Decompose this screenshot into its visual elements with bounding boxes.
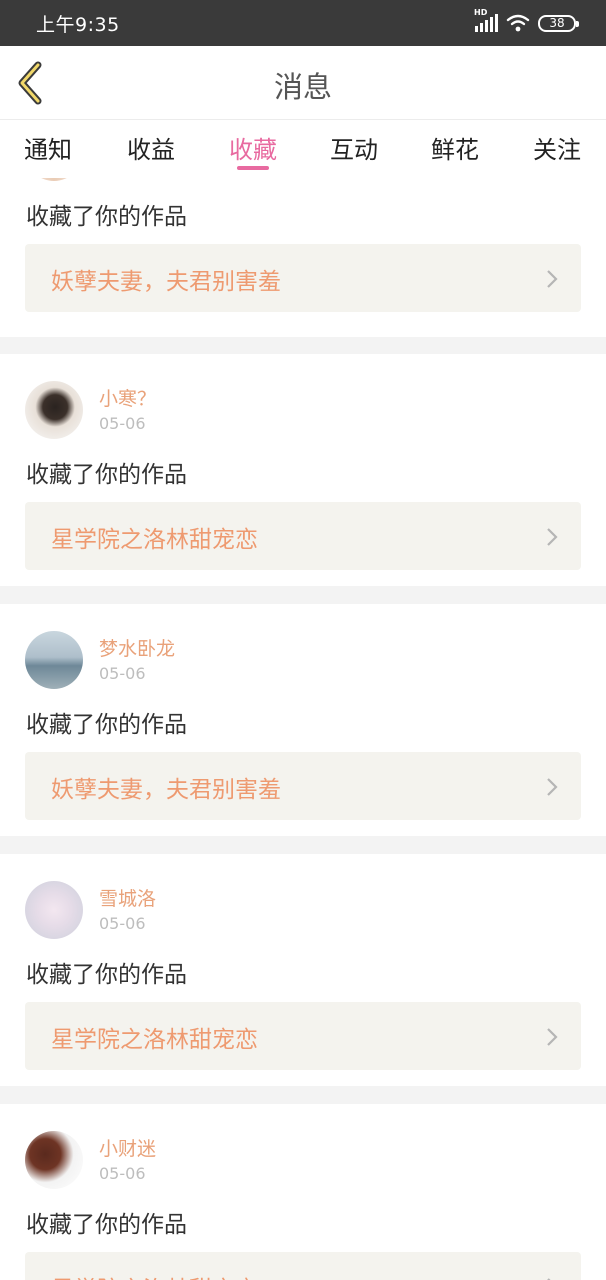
nav-bar: 消息: [0, 46, 606, 120]
status-time: 上午9:35: [36, 13, 120, 36]
chevron-right-icon: [547, 778, 558, 796]
avatar[interactable]: [25, 1131, 83, 1189]
work-link[interactable]: 星学院之洛林甜宠恋: [25, 1252, 581, 1280]
tab-bar: 通知 收益 收藏 互动 鲜花 关注: [0, 120, 606, 178]
work-link[interactable]: 星学院之洛林甜宠恋: [25, 502, 581, 570]
avatar[interactable]: [25, 178, 83, 181]
work-link[interactable]: 星学院之洛林甜宠恋: [25, 1002, 581, 1070]
tab-following[interactable]: 关注: [522, 130, 592, 165]
message-list[interactable]: 收藏了你的作品 妖孽夫妻，夫君别害羞 小寒？ 05-06 收藏了你的作品 星学院…: [0, 178, 606, 1280]
work-title: 星学院之洛林甜宠恋: [51, 1270, 258, 1280]
username[interactable]: 小财迷: [99, 1134, 156, 1161]
username[interactable]: 雪城洛: [99, 884, 156, 911]
action-text: 收藏了你的作品: [26, 962, 187, 988]
list-item: 梦水卧龙 05-06 收藏了你的作品 妖孽夫妻，夫君别害羞: [0, 604, 606, 836]
chevron-right-icon: [547, 1278, 551, 1280]
tab-notifications[interactable]: 通知: [13, 130, 83, 165]
message-date: 05-06: [99, 414, 146, 433]
username[interactable]: 小寒？: [99, 384, 156, 411]
work-link[interactable]: 妖孽夫妻，夫君别害羞: [25, 244, 581, 312]
list-item: 收藏了你的作品 妖孽夫妻，夫君别害羞: [0, 178, 606, 337]
active-tab-indicator: [237, 166, 269, 170]
battery-level: 38: [549, 16, 565, 30]
avatar[interactable]: [25, 881, 83, 939]
chevron-right-icon: [547, 270, 558, 288]
tab-interactions[interactable]: 互动: [319, 130, 389, 165]
message-date: 05-06: [99, 664, 146, 683]
action-text: 收藏了你的作品: [26, 462, 187, 488]
action-text: 收藏了你的作品: [26, 204, 187, 230]
list-item: 雪城洛 05-06 收藏了你的作品 星学院之洛林甜宠恋: [0, 854, 606, 1086]
action-text: 收藏了你的作品: [26, 712, 187, 738]
work-title: 妖孽夫妻，夫君别害羞: [51, 777, 281, 803]
signal-icon: HD: [474, 8, 498, 32]
work-title: 星学院之洛林甜宠恋: [51, 527, 258, 553]
status-bar: 上午9:35 HD 38: [0, 0, 606, 46]
list-item: 小财迷 05-06 收藏了你的作品 星学院之洛林甜宠恋: [0, 1104, 606, 1280]
username[interactable]: 梦水卧龙: [99, 634, 175, 661]
work-title: 星学院之洛林甜宠恋: [51, 1027, 258, 1053]
network-type: HD: [474, 8, 488, 17]
tab-favorites[interactable]: 收藏: [218, 130, 288, 165]
action-text: 收藏了你的作品: [26, 1212, 187, 1238]
tab-earnings[interactable]: 收益: [116, 130, 186, 165]
wifi-icon: [506, 14, 530, 32]
avatar[interactable]: [25, 631, 83, 689]
battery-icon: 38: [538, 14, 579, 32]
message-date: 05-06: [99, 914, 146, 933]
status-icons: HD 38: [474, 8, 579, 32]
message-date: 05-06: [99, 1164, 146, 1183]
work-title: 妖孽夫妻，夫君别害羞: [51, 269, 281, 295]
chevron-right-icon: [547, 528, 558, 546]
list-item: 小寒？ 05-06 收藏了你的作品 星学院之洛林甜宠恋: [0, 354, 606, 586]
chevron-right-icon: [547, 1028, 558, 1046]
tab-flowers[interactable]: 鲜花: [420, 130, 490, 165]
avatar[interactable]: [25, 381, 83, 439]
page-title: 消息: [273, 70, 332, 104]
work-link[interactable]: 妖孽夫妻，夫君别害羞: [25, 752, 581, 820]
